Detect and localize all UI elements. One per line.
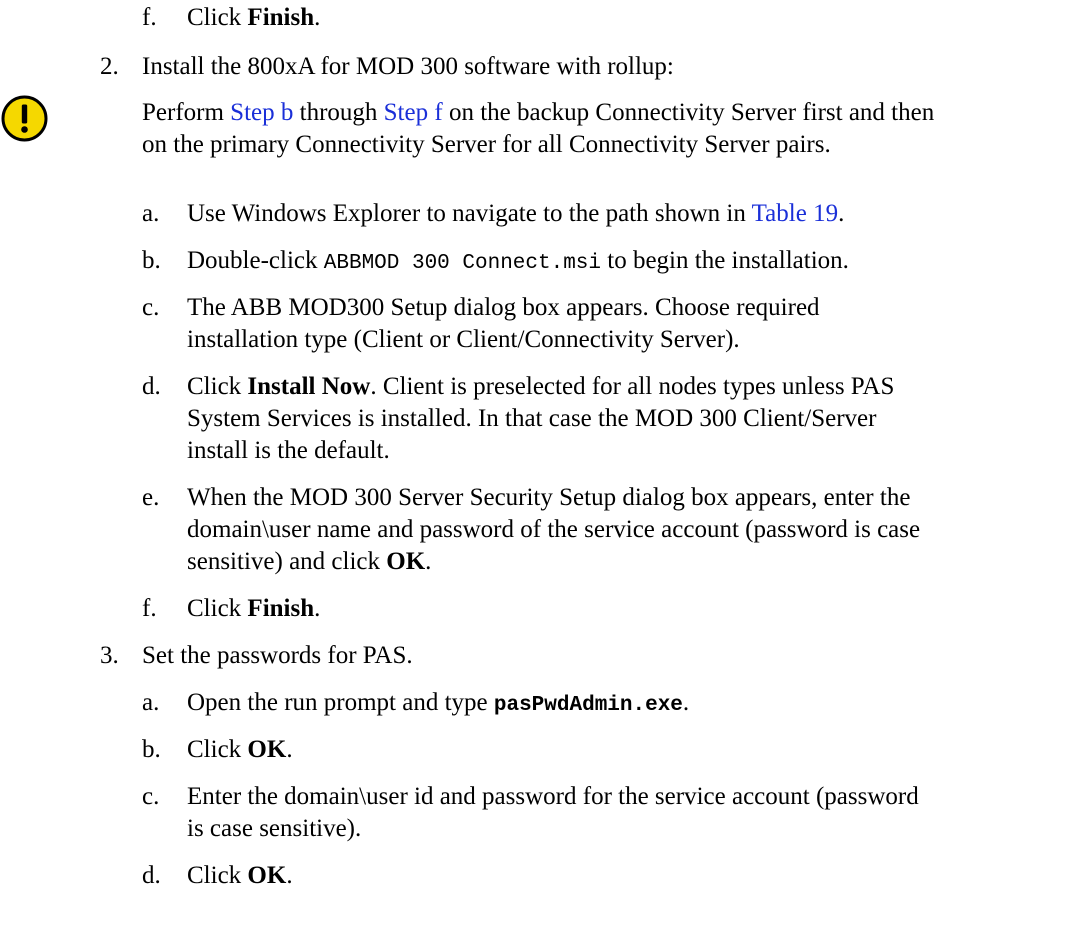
step-number: 2.	[100, 53, 119, 80]
finish-label: Finish	[247, 4, 315, 31]
warning-icon	[1, 95, 48, 142]
command-text: pasPwdAdmin.exe	[493, 694, 683, 717]
table-19-link[interactable]: Table 19	[752, 200, 838, 227]
substep-marker: f.	[142, 4, 157, 31]
step-b-link[interactable]: Step b	[230, 99, 293, 126]
step-f-link[interactable]: Step f	[384, 99, 443, 126]
substep-text: Click Finish.	[187, 4, 321, 31]
document-page: f. Click Finish. 2. Install the 800xA fo…	[0, 0, 1067, 949]
step-title: Install the 800xA for MOD 300 software w…	[142, 53, 674, 80]
installer-filename: ABBMOD 300 Connect.msi	[323, 252, 602, 275]
ok-label: OK	[247, 736, 287, 763]
step-number: 3.	[100, 642, 119, 669]
install-now-label: Install Now	[247, 373, 371, 400]
ok-label: OK	[386, 548, 426, 575]
ok-label: OK	[247, 862, 287, 889]
step-title: Set the passwords for PAS.	[142, 642, 413, 669]
finish-label: Finish	[247, 595, 315, 622]
